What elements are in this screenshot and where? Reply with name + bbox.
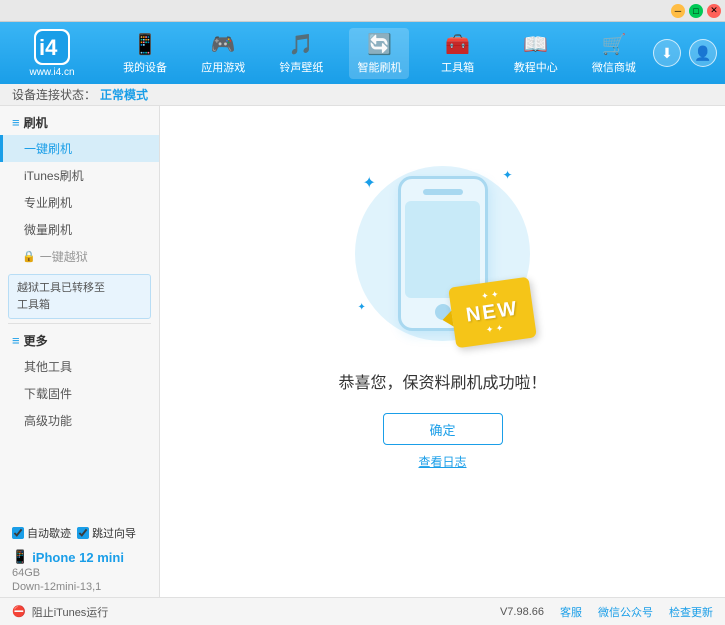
ringtones-icon: 🎵 — [289, 32, 314, 57]
download-button[interactable]: ⬇ — [653, 39, 681, 67]
skip-guide-label: 跳过向导 — [92, 525, 136, 541]
nav-weibo-store-label: 微信商城 — [592, 59, 636, 75]
sidebar-divider — [8, 323, 151, 324]
sidebar-item-mini-flash[interactable]: 微量刷机 — [0, 216, 159, 243]
version-label: V7.98.66 — [500, 606, 544, 618]
device-storage: 64GB — [12, 567, 147, 579]
tutorial-icon: 📖 — [523, 32, 548, 57]
nav-smart-flash[interactable]: 🔄 智能刷机 — [349, 28, 409, 79]
check-update-link[interactable]: 检查更新 — [669, 604, 713, 620]
top-nav: i4 www.i4.cn 📱 我的设备 🎮 应用游戏 🎵 铃声壁纸 🔄 智能刷机… — [0, 22, 725, 84]
nav-apps-games-label: 应用游戏 — [201, 59, 245, 75]
more-section-title: ≡ 更多 — [0, 328, 159, 353]
main-area: ≡ 刷机 一键刷机 iTunes刷机 专业刷机 微量刷机 🔒 一键越狱 越狱工具… — [0, 106, 725, 517]
checkboxes-area: 自动歇迹 跳过向导 — [12, 525, 147, 541]
more-section-icon: ≡ — [12, 333, 20, 348]
nav-tutorial-label: 教程中心 — [514, 59, 558, 75]
nav-weibo-store[interactable]: 🛒 微信商城 — [584, 28, 644, 79]
sidebar-item-pro-flash[interactable]: 专业刷机 — [0, 189, 159, 216]
bottom-left: 自动歇迹 跳过向导 📱 iPhone 12 mini 64GB Down-12m… — [0, 517, 160, 597]
smart-flash-icon: 🔄 — [367, 32, 392, 57]
nav-apps-games[interactable]: 🎮 应用游戏 — [193, 28, 253, 79]
sidebar-item-itunes-flash[interactable]: iTunes刷机 — [0, 162, 159, 189]
sidebar-item-one-click-flash[interactable]: 一键刷机 — [0, 135, 159, 162]
flash-section-icon: ≡ — [12, 115, 20, 130]
nav-tutorial[interactable]: 📖 教程中心 — [506, 28, 566, 79]
auto-close-checkbox[interactable] — [12, 527, 24, 539]
apps-games-icon: 🎮 — [211, 32, 236, 57]
my-device-icon: 📱 — [133, 32, 158, 57]
nav-smart-flash-label: 智能刷机 — [357, 59, 401, 75]
titlebar: ─ □ ✕ — [0, 0, 725, 22]
new-banner: ✦ ✦ NEW ✦ ✦ — [448, 277, 536, 349]
nav-right: ⬇ 👤 — [653, 39, 717, 67]
auto-close-label: 自动歇迹 — [27, 525, 71, 541]
status-bar: ⛔ 阻止iTunes运行 V7.98.66 客服 微信公众号 检查更新 — [0, 597, 725, 625]
auto-close-checkbox-item: 自动歇迹 — [12, 525, 71, 541]
skip-guide-checkbox-item: 跳过向导 — [77, 525, 136, 541]
phone-top-bar — [423, 189, 463, 195]
sparkle-2: ✦ — [502, 168, 512, 182]
flash-section: ≡ 刷机 一键刷机 iTunes刷机 专业刷机 微量刷机 🔒 一键越狱 越狱工具… — [0, 110, 159, 319]
nav-ringtones-label: 铃声壁纸 — [279, 59, 323, 75]
flash-section-title: ≡ 刷机 — [0, 110, 159, 135]
view-log-link[interactable]: 查看日志 — [418, 453, 466, 470]
content-area: ✦ ✦ ✦ ✦ ✦ NEW ✦ ✦ 恭喜您，保资料刷机成功啦！ 确定 查看日志 — [160, 106, 725, 517]
logo-icon: i4 — [34, 29, 70, 65]
sidebar: ≡ 刷机 一键刷机 iTunes刷机 专业刷机 微量刷机 🔒 一键越狱 越狱工具… — [0, 106, 160, 517]
logo-url: www.i4.cn — [29, 67, 74, 78]
user-button[interactable]: 👤 — [689, 39, 717, 67]
bottom-right — [160, 517, 725, 597]
sidebar-grayed-jailbreak: 🔒 一键越狱 — [0, 243, 159, 270]
itunes-icon: ⛔ — [12, 605, 26, 618]
bottom-area: 自动歇迹 跳过向导 📱 iPhone 12 mini 64GB Down-12m… — [0, 517, 725, 597]
sidebar-item-download-fw[interactable]: 下载固件 — [0, 380, 159, 407]
device-detail: 📱 iPhone 12 mini 64GB Down-12mini-13,1 — [12, 549, 147, 593]
nav-ringtones[interactable]: 🎵 铃声壁纸 — [271, 28, 331, 79]
connection-status-bar: 设备连接状态： 正常模式 — [0, 84, 725, 106]
statusbar-left: ⛔ 阻止iTunes运行 — [12, 604, 108, 620]
nav-toolbox-label: 工具箱 — [441, 59, 474, 75]
weibo-store-icon: 🛒 — [601, 32, 626, 57]
sparkle-3: ✦ — [358, 302, 366, 313]
device-model: Down-12mini-13,1 — [12, 581, 147, 593]
itunes-label: 阻止iTunes运行 — [32, 604, 109, 620]
sidebar-item-other-tools[interactable]: 其他工具 — [0, 353, 159, 380]
success-message: 恭喜您，保资料刷机成功啦！ — [338, 369, 546, 393]
lock-icon: 🔒 — [22, 250, 36, 263]
statusbar-right: V7.98.66 客服 微信公众号 检查更新 — [500, 604, 713, 620]
sidebar-item-advanced[interactable]: 高级功能 — [0, 407, 159, 434]
maximize-button[interactable]: □ — [689, 4, 703, 18]
logo: i4 www.i4.cn — [8, 29, 96, 78]
conn-status-label: 设备连接状态： — [12, 86, 96, 103]
sparkle-1: ✦ — [363, 173, 376, 193]
wechat-link[interactable]: 微信公众号 — [598, 604, 653, 620]
device-name: 📱 iPhone 12 mini — [12, 549, 147, 565]
skip-guide-checkbox[interactable] — [77, 527, 89, 539]
close-button[interactable]: ✕ — [707, 4, 721, 18]
customer-service-link[interactable]: 客服 — [560, 604, 582, 620]
success-illustration: ✦ ✦ ✦ ✦ ✦ NEW ✦ ✦ — [343, 153, 543, 353]
device-icon: 📱 — [12, 549, 28, 565]
sidebar-info-box: 越狱工具已转移至 工具箱 — [8, 274, 151, 319]
confirm-button[interactable]: 确定 — [383, 413, 503, 445]
conn-status-value: 正常模式 — [100, 86, 148, 103]
nav-toolbox[interactable]: 🧰 工具箱 — [428, 28, 488, 79]
minimize-button[interactable]: ─ — [671, 4, 685, 18]
nav-my-device-label: 我的设备 — [123, 59, 167, 75]
nav-my-device[interactable]: 📱 我的设备 — [115, 28, 175, 79]
toolbox-icon: 🧰 — [445, 32, 470, 57]
new-ribbon: ✦ ✦ NEW ✦ ✦ — [452, 282, 533, 343]
svg-text:i4: i4 — [39, 35, 58, 60]
nav-items: 📱 我的设备 🎮 应用游戏 🎵 铃声壁纸 🔄 智能刷机 🧰 工具箱 📖 教程中心… — [106, 28, 653, 79]
more-section: ≡ 更多 其他工具 下载固件 高级功能 — [0, 328, 159, 434]
